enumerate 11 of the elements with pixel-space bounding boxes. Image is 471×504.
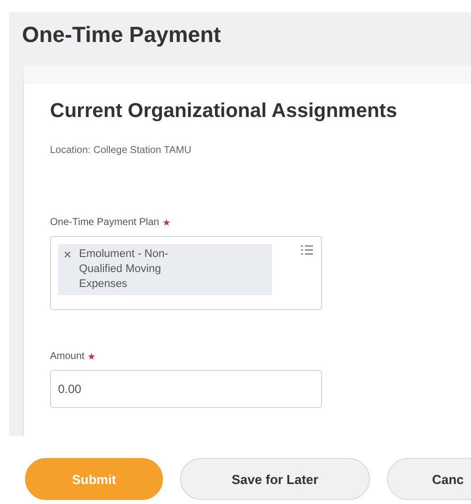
page-title: One-Time Payment xyxy=(22,22,221,47)
field-label: Amount xyxy=(50,351,96,362)
multiselect-field[interactable]: Emolument - Non-Qualified Moving Expenses xyxy=(50,236,322,310)
selected-item[interactable]: Emolument - Non-Qualified Moving Expenses xyxy=(58,244,272,295)
amount-field[interactable]: 0.00 xyxy=(50,370,322,408)
field-label: One-Time Payment Plan xyxy=(50,217,170,228)
action-button[interactable]: Canc xyxy=(387,458,471,500)
remove-icon[interactable] xyxy=(64,251,71,258)
location-text: Location: College Station TAMU xyxy=(50,145,192,156)
action-button[interactable]: Save for Later xyxy=(180,458,370,500)
section-title: Current Organizational Assignments xyxy=(50,100,398,123)
